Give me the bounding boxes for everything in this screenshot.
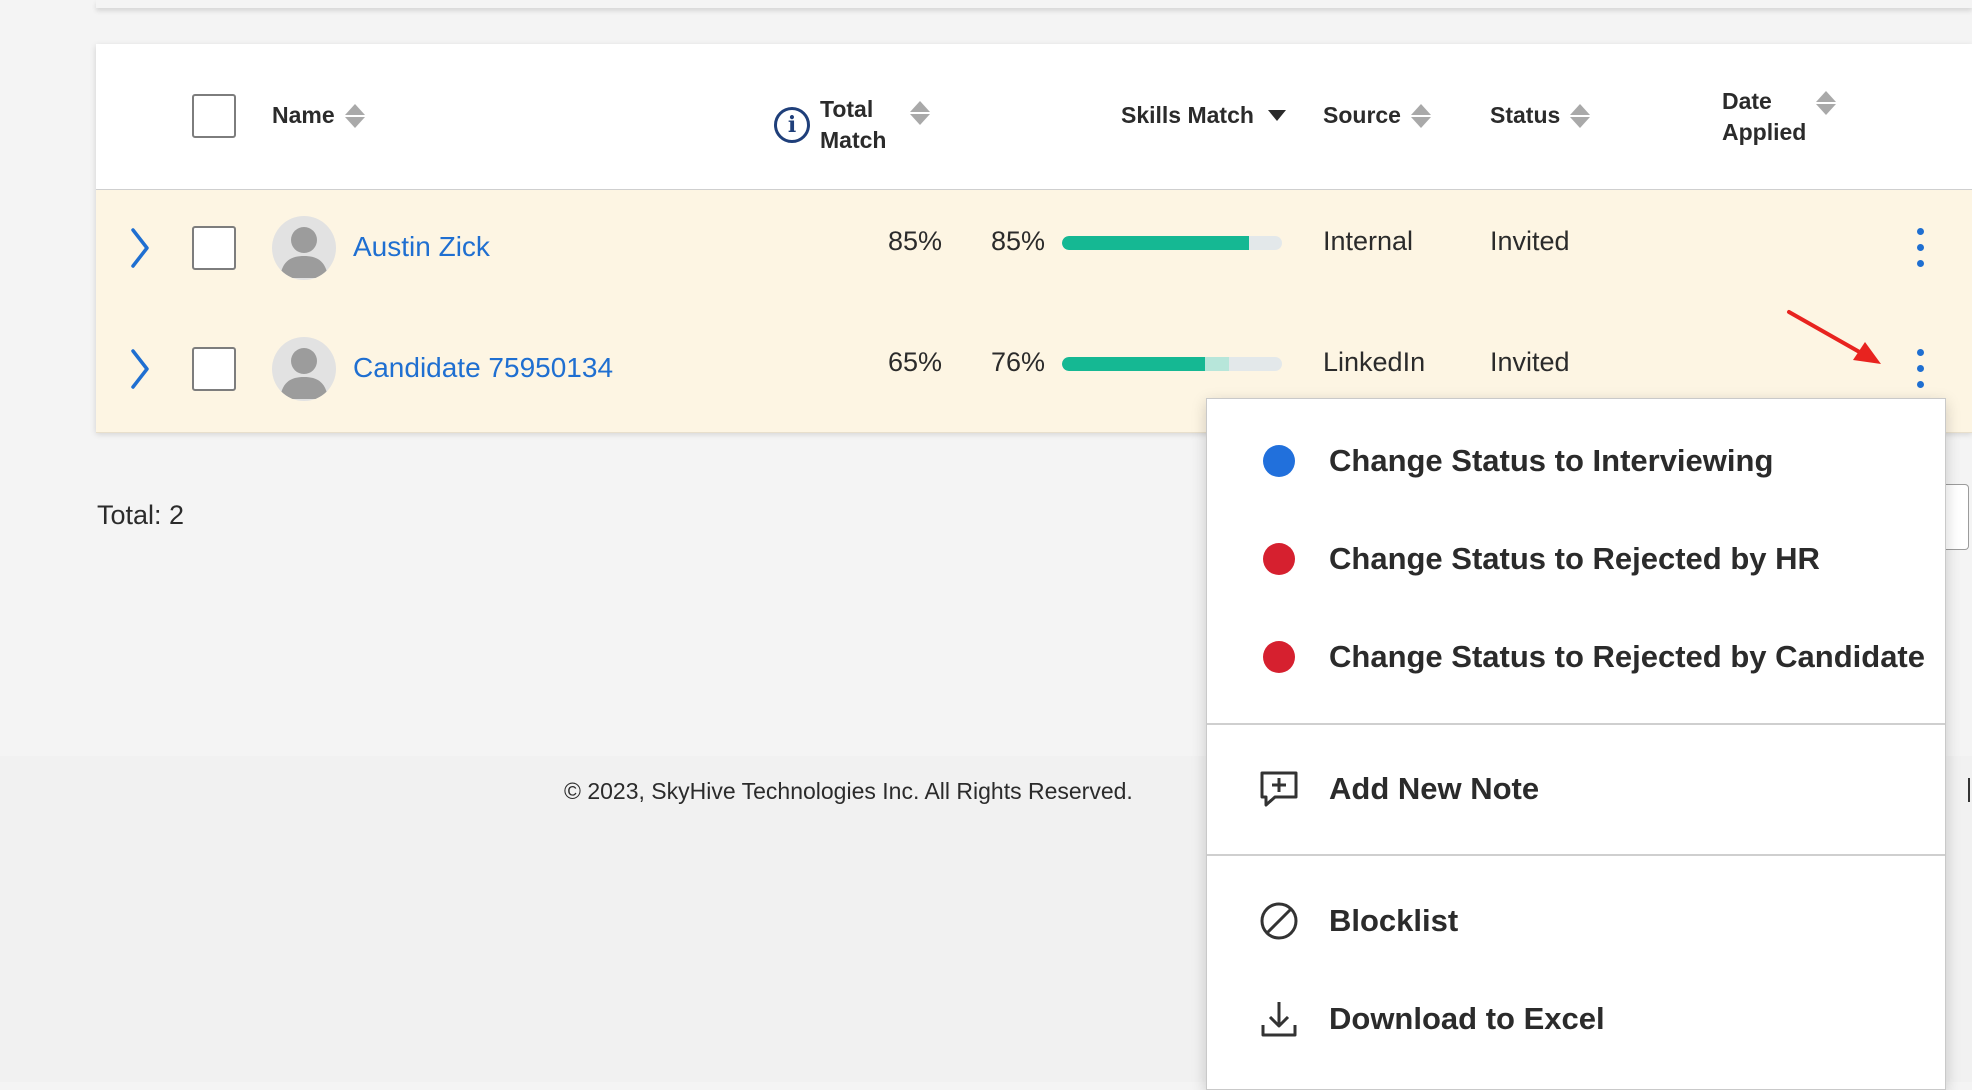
avatar [272,337,336,401]
table-header: Name i Total Match Skills Match Source S… [96,44,1972,191]
menu-item-change-status-rejected-candidate[interactable]: Change Status to Rejected by Candidate [1207,617,1945,697]
source-value: Internal [1323,226,1414,256]
candidate-name-link[interactable]: Austin Zick [353,231,490,263]
info-icon[interactable]: i [774,107,810,143]
status-dot-icon [1263,641,1295,673]
menu-item-download-excel[interactable]: Download to Excel [1207,979,1945,1059]
header-date-applied[interactable]: Date Applied [1722,86,1837,148]
row-checkbox[interactable] [192,347,236,391]
candidates-table: Name i Total Match Skills Match Source S… [96,44,1972,433]
row-actions-menu: Change Status to Interviewing Change Sta… [1206,398,1946,1090]
menu-item-label: Add New Note [1329,771,1540,806]
total-count: Total: 2 [97,500,185,530]
note-add-icon [1260,771,1298,807]
header-skills-match-label: Skills Match [1121,102,1254,128]
row-actions-kebab-icon[interactable] [1914,226,1926,270]
status-value: Invited [1490,226,1570,256]
total-match-value: 85% [888,226,943,256]
block-icon [1260,902,1298,940]
skills-match-bar-fill [1062,236,1249,250]
header-date-applied-line2: Applied [1722,119,1807,145]
sort-icon [1816,89,1837,117]
row-checkbox[interactable] [192,226,236,270]
menu-divider [1207,854,1945,856]
header-name[interactable]: Name [272,100,365,131]
select-all-checkbox[interactable] [192,94,236,138]
header-total-match[interactable]: i Total Match [774,94,931,156]
sort-icon [1410,102,1431,130]
menu-item-add-new-note[interactable]: Add New Note [1207,749,1945,829]
header-source[interactable]: Source [1323,100,1431,131]
expand-chevron-icon[interactable] [130,228,150,268]
skills-match-bar-secondary [1205,357,1230,371]
avatar [272,216,336,280]
menu-item-label: Change Status to Rejected by HR [1329,541,1820,576]
download-icon [1261,1002,1297,1037]
skills-match-value: 76% [991,347,1046,377]
skills-match-value: 85% [991,226,1046,256]
text-cursor [1968,778,1970,802]
header-name-label: Name [272,102,335,128]
skills-match-bar [1062,357,1282,371]
status-dot-icon [1263,543,1295,575]
top-card-edge [96,0,1972,8]
menu-item-label: Download to Excel [1329,1001,1605,1036]
menu-item-label: Change Status to Interviewing [1329,443,1774,478]
menu-item-change-status-interviewing[interactable]: Change Status to Interviewing [1207,421,1945,501]
menu-item-label: Change Status to Rejected by Candidate [1329,639,1925,674]
sort-icon [1570,102,1591,130]
pagination-dropdown[interactable] [1944,484,1969,550]
sort-icon [910,99,931,127]
header-status[interactable]: Status [1490,100,1591,131]
status-value: Invited [1490,347,1570,377]
total-match-value: 65% [888,347,943,377]
header-source-label: Source [1323,102,1401,128]
menu-item-blocklist[interactable]: Blocklist [1207,881,1945,961]
skills-match-bar-fill [1062,357,1205,371]
header-total-match-line2: Match [820,127,887,153]
source-value: LinkedIn [1323,347,1426,377]
menu-item-change-status-rejected-hr[interactable]: Change Status to Rejected by HR [1207,519,1945,599]
header-total-match-label: Total Match [820,94,886,156]
annotation-arrow-icon [1787,310,1881,364]
skills-match-bar [1062,236,1282,250]
header-date-applied-line1: Date [1722,88,1772,114]
header-total-match-line1: Total [820,96,874,122]
sort-icon [344,102,365,130]
header-status-label: Status [1490,102,1561,128]
sort-desc-icon [1267,110,1286,121]
header-date-applied-label: Date Applied [1722,86,1806,148]
status-dot-icon [1263,445,1295,477]
table-row: Austin Zick 85% 85% Internal Invited [96,190,1972,312]
menu-divider [1207,723,1945,725]
expand-chevron-icon[interactable] [130,349,150,389]
candidate-name-link[interactable]: Candidate 75950134 [353,352,613,384]
row-actions-kebab-icon[interactable] [1914,347,1926,391]
header-skills-match[interactable]: Skills Match [1121,100,1286,131]
menu-item-label: Blocklist [1329,903,1459,938]
copyright-text: © 2023, SkyHive Technologies Inc. All Ri… [564,778,1133,804]
